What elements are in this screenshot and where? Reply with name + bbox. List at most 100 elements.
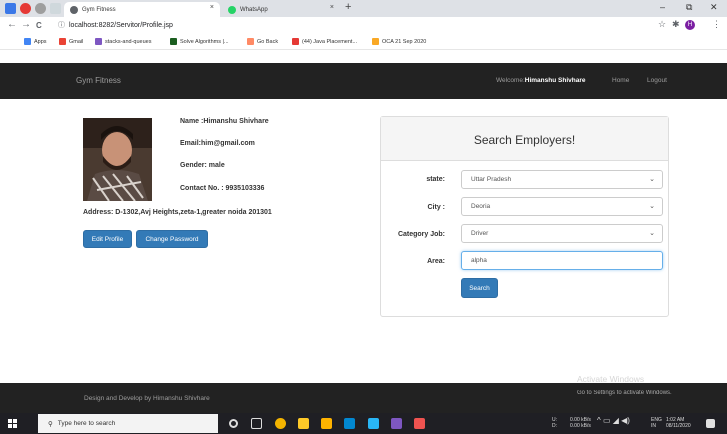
search-button[interactable]: Search (461, 278, 498, 298)
maximize-button[interactable]: ⧉ (686, 2, 692, 13)
footer-credit: Design and Develop by Himanshu Shivhare (84, 395, 210, 402)
whatsapp-icon (228, 6, 236, 14)
url-text: localhost:8282/Servitor/Profile.jsp (69, 22, 173, 29)
new-tab-button[interactable]: + (345, 1, 351, 13)
minimize-button[interactable]: – (660, 2, 665, 12)
app-icon[interactable] (321, 418, 332, 429)
bookmark-site-icon (247, 38, 254, 45)
profile-photo-image (83, 118, 152, 201)
tray-icons[interactable]: ^ ▭ ◢ ◀) (597, 417, 630, 425)
state-select[interactable]: Uttar Pradesh ⌄ (461, 170, 663, 189)
address-bar: ← → C ⓘ localhost:8282/Servitor/Profile.j… (0, 17, 727, 34)
category-value: Driver (471, 230, 489, 237)
taskbar-search-box[interactable]: ⚲ Type here to search (38, 414, 218, 433)
bookmark-oca[interactable]: OCA 21 Sep 2020 (372, 38, 426, 45)
app-icon[interactable] (344, 418, 355, 429)
area-value: alpha (471, 257, 487, 264)
city-value: Deoria (471, 203, 491, 210)
category-label: Category Job: (397, 231, 445, 238)
bookmark-label: Go Back (257, 38, 279, 45)
apps-grid-icon (24, 38, 31, 45)
close-tab-icon[interactable]: × (210, 4, 214, 11)
edit-profile-button[interactable]: Edit Profile (83, 230, 132, 248)
city-label: City : (427, 204, 446, 211)
welcome-prefix: Welcome: (496, 77, 525, 84)
bookmark-go-back[interactable]: Go Back (247, 38, 278, 45)
url-field[interactable]: ⓘ localhost:8282/Servitor/Profile.jsp (58, 20, 173, 30)
app-icon[interactable] (414, 418, 425, 429)
bookmark-label: stacks-and-queues (105, 38, 152, 45)
change-password-button[interactable]: Change Password (136, 230, 208, 248)
bookmark-site-icon (170, 38, 177, 45)
panel-title: Search Employers! (473, 133, 576, 147)
tab-label: Gym Fitness (82, 6, 116, 13)
category-select[interactable]: Driver ⌄ (461, 224, 663, 243)
activate-windows-title: Activate Windows (577, 374, 645, 384)
chevron-down-icon: ⌄ (649, 203, 655, 210)
back-button[interactable]: ← (7, 19, 17, 30)
taskbar-search-placeholder: Type here to search (57, 420, 116, 427)
chrome-icon[interactable] (275, 418, 286, 429)
extension-icon[interactable]: ✱ (672, 19, 680, 30)
welcome-user: Himanshu Shivhare (524, 77, 586, 84)
nav-logout-link[interactable]: Logout (647, 77, 667, 84)
task-view-icon[interactable] (251, 418, 262, 429)
globe-icon (70, 6, 78, 14)
bookmark-star-icon[interactable]: ☆ (658, 19, 666, 30)
file-explorer-icon[interactable] (298, 418, 309, 429)
area-input[interactable]: alpha (461, 251, 663, 270)
notifications-icon[interactable] (706, 419, 715, 428)
profile-name: Name :Himanshu Shivhare (180, 118, 269, 125)
language-indicator[interactable]: ENG IN (651, 417, 662, 429)
bookmark-label: Gmail (69, 38, 84, 45)
pinned-tab-icon[interactable] (5, 3, 16, 14)
pinned-tab-icon[interactable] (20, 3, 31, 14)
tray-up-label: U: D: (552, 417, 557, 429)
tab-gym-fitness[interactable]: Gym Fitness × (64, 2, 220, 17)
welcome-text: Welcome:Himanshu Shivhare (496, 77, 585, 84)
site-footer: Design and Develop by Himanshu Shivhare (0, 383, 727, 413)
bookmarks-bar: Apps Gmail stacks-and-queues Solve Algor… (0, 34, 727, 50)
clock-date: 08/11/2020 (666, 423, 691, 429)
close-window-button[interactable]: ✕ (710, 2, 718, 13)
brand-link[interactable]: Gym Fitness (76, 76, 121, 85)
nav-home-link[interactable]: Home (612, 77, 629, 84)
network-download: 0.00 kB/s (570, 423, 591, 429)
bookmark-gmail[interactable]: Gmail (59, 38, 83, 45)
vscode-icon[interactable] (368, 418, 379, 429)
state-label: state: (426, 176, 445, 183)
bookmark-apps[interactable]: Apps (24, 38, 47, 45)
chevron-down-icon: ⌄ (649, 230, 655, 237)
bookmark-label: Apps (34, 38, 47, 45)
bookmark-site-icon (95, 38, 102, 45)
eclipse-icon[interactable] (391, 418, 402, 429)
pinned-tab-icon[interactable] (50, 3, 61, 14)
menu-icon[interactable]: ⋮ (712, 19, 721, 30)
tab-whatsapp[interactable]: WhatsApp × (222, 2, 340, 17)
bookmark-java-placement[interactable]: (44) Java Placement... (292, 38, 357, 45)
search-employers-panel: Search Employers! state: Uttar Pradesh ⌄… (380, 116, 669, 317)
bookmark-label: (44) Java Placement... (302, 38, 358, 45)
city-select[interactable]: Deoria ⌄ (461, 197, 663, 216)
tab-label: WhatsApp (240, 6, 268, 13)
bookmark-solve-algorithms[interactable]: Solve Algorithms |... (170, 38, 229, 45)
cortana-icon[interactable] (229, 419, 238, 428)
bookmark-site-icon (372, 38, 379, 45)
close-tab-icon[interactable]: × (330, 4, 334, 11)
bookmark-stacks[interactable]: stacks-and-queues (95, 38, 151, 45)
screen: Gym Fitness × WhatsApp × + – ⧉ ✕ ← → C ⓘ… (0, 0, 727, 434)
forward-button[interactable]: → (21, 19, 31, 30)
search-icon: ⚲ (48, 420, 53, 428)
reload-button[interactable]: C (36, 21, 42, 30)
profile-gender: Gender: male (180, 162, 225, 169)
panel-header: Search Employers! (381, 117, 668, 161)
network-speed: 0.00 kB/s 0.00 kB/s (570, 417, 591, 429)
state-value: Uttar Pradesh (471, 176, 512, 183)
profile-email: Email:him@gmail.com (180, 140, 255, 147)
profile-avatar[interactable]: H (685, 20, 695, 30)
clock[interactable]: 1:02 AM 08/11/2020 (666, 417, 691, 429)
windows-taskbar: ⚲ Type here to search U: D: 0.00 kB/s 0.0… (0, 413, 727, 434)
pinned-tab-icon[interactable] (35, 3, 46, 14)
windows-start-icon[interactable] (8, 419, 18, 429)
info-icon[interactable]: ⓘ (58, 22, 65, 29)
